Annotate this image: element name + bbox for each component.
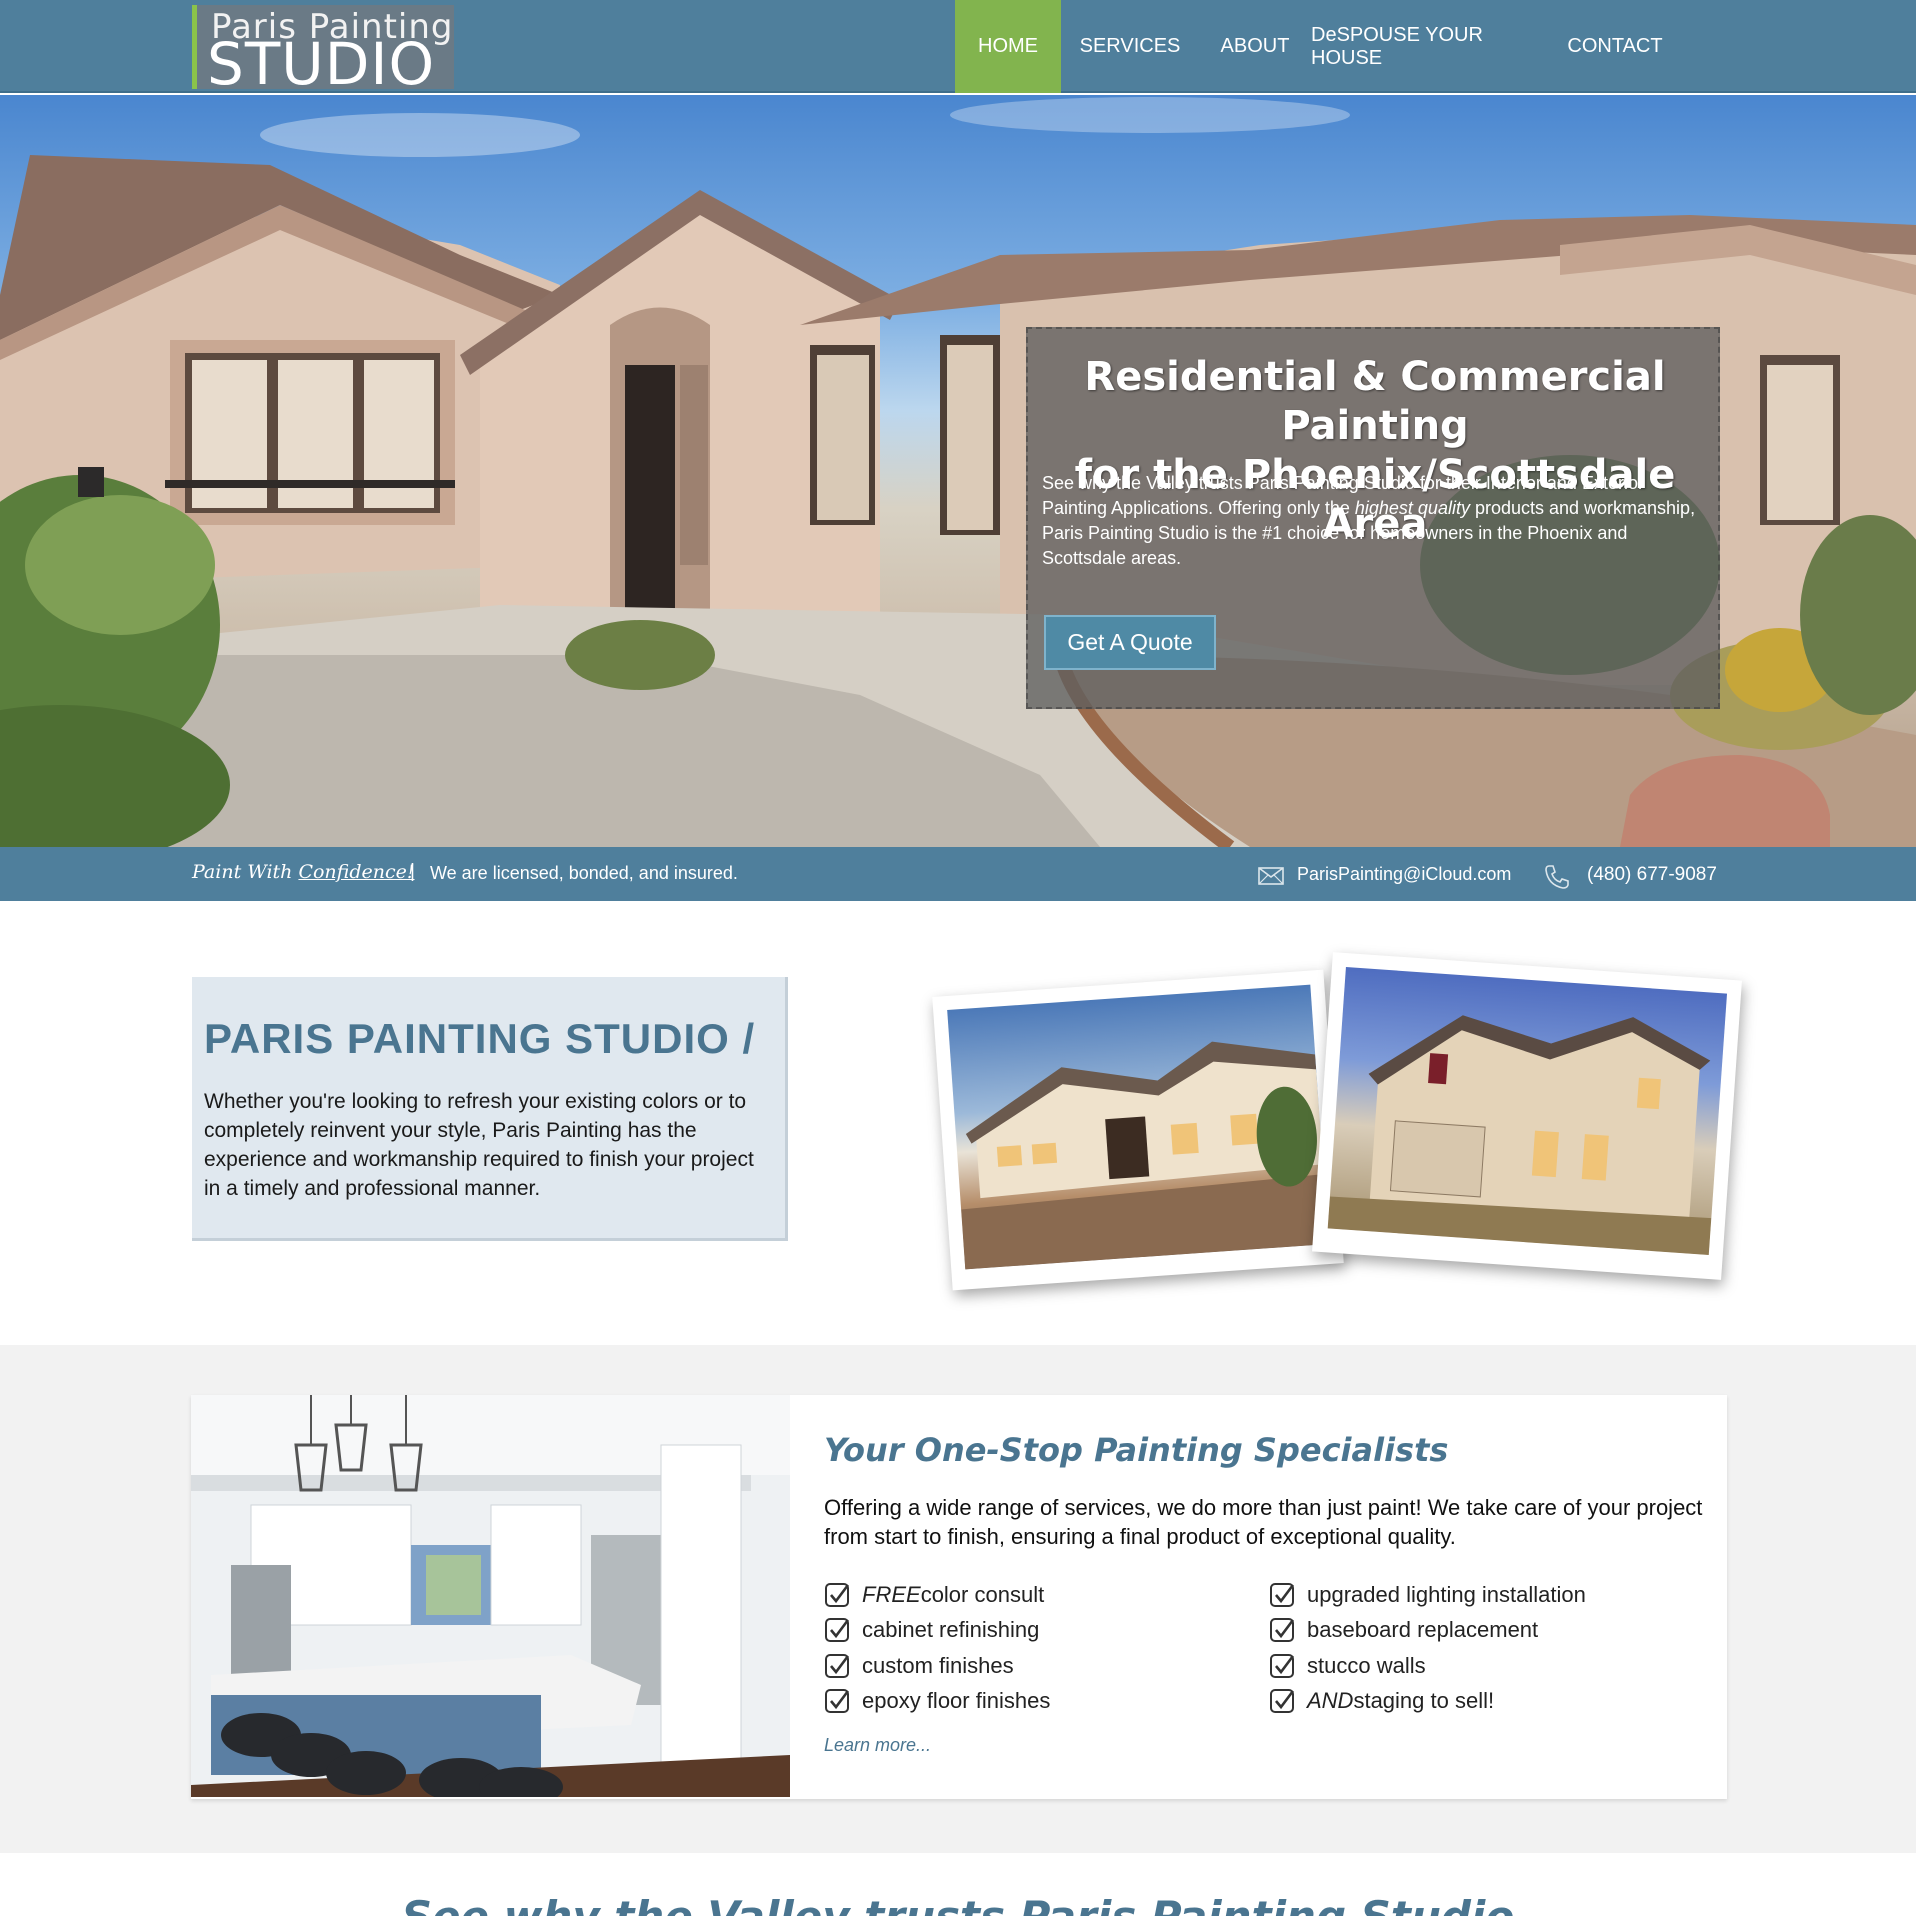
learn-more-link[interactable]: Learn more... (824, 1735, 931, 1756)
service-item-text: baseboard replacement (1307, 1617, 1539, 1643)
services-card: Your One-Stop Painting Specialists Offer… (191, 1395, 1727, 1799)
checkbox-check-icon (825, 1618, 850, 1643)
bottom-heading: See why the Valley trusts Paris Painting… (0, 1892, 1916, 1916)
services-title: Your One-Stop Painting Specialists (824, 1431, 1449, 1469)
service-item: cabinet refinishing (824, 1613, 1264, 1649)
phone-number[interactable]: (480) 677-9087 (1587, 864, 1717, 886)
checkbox-check-icon (1270, 1582, 1295, 1607)
about-title: PARIS PAINTING STUDIO / (204, 1015, 756, 1062)
service-item: custom finishes (824, 1648, 1264, 1684)
service-item-text: color consult (920, 1581, 1045, 1607)
nav-about[interactable]: ABOUT (1199, 0, 1311, 93)
photo-house-dusk (947, 984, 1329, 1270)
services-description: Offering a wide range of services, we do… (824, 1495, 1703, 1549)
phone-icon (1545, 865, 1569, 889)
hero-description: See why the Valley trusts Paris Painting… (1042, 471, 1712, 571)
tagline: Paint With Confidence! (192, 861, 415, 883)
email-link[interactable]: ParisPainting@iCloud.com (1297, 864, 1511, 885)
checkbox-check-icon (825, 1689, 850, 1714)
nav-contact[interactable]: CONTACT (1551, 0, 1679, 93)
service-item-text: stucco walls (1307, 1652, 1426, 1678)
hero-text-emphasis: highest quality (1354, 498, 1470, 518)
service-item: baseboard replacement (1269, 1613, 1709, 1649)
checkbox-check-icon (1270, 1618, 1295, 1643)
service-item: upgraded lighting installation (1269, 1577, 1709, 1613)
get-a-quote-button[interactable]: Get A Quote (1044, 615, 1216, 670)
service-item: epoxy floor finishes (824, 1684, 1264, 1720)
service-item-text: epoxy floor finishes (862, 1688, 1051, 1714)
envelope-icon (1258, 867, 1284, 885)
nav-despouse-your-house[interactable]: DeSPOUSE YOUR HOUSE (1311, 0, 1551, 93)
tagline-text: Paint With (192, 861, 299, 883)
polaroid-photo-2 (1312, 952, 1742, 1280)
service-item: FREE color consult (824, 1577, 1264, 1613)
licensed-text: We are licensed, bonded, and insured. (430, 863, 738, 883)
service-item-text: upgraded lighting installation (1307, 1581, 1586, 1607)
services-list-right: upgraded lighting installation baseboard… (1269, 1577, 1709, 1719)
nav-services[interactable]: SERVICES (1061, 0, 1199, 93)
confidence-link[interactable]: Confidence! (298, 861, 414, 883)
logo-bottom-text: STUDIO (207, 30, 436, 98)
kitchen-photo (191, 1395, 790, 1797)
service-item: AND staging to sell! (1269, 1684, 1709, 1720)
hero-banner: Residential & Commercial Painting for th… (0, 95, 1916, 847)
hero-overlay-box: Residential & Commercial Painting for th… (1026, 327, 1720, 709)
info-bar: Paint With Confidence! | We are licensed… (0, 847, 1916, 901)
service-item-text: custom finishes (862, 1652, 1014, 1678)
service-item-text: cabinet refinishing (862, 1617, 1040, 1643)
checkbox-check-icon (825, 1582, 850, 1607)
service-item: stucco walls (1269, 1648, 1709, 1684)
service-item-text: staging to sell! (1353, 1688, 1495, 1714)
service-item-emphasis: FREE (862, 1581, 921, 1607)
nav-home[interactable]: HOME (955, 0, 1061, 93)
checkbox-check-icon (825, 1653, 850, 1678)
about-text: Whether you're looking to refresh your e… (204, 1090, 754, 1200)
site-header: Paris Painting STUDIO HOME SERVICES ABOU… (0, 0, 1916, 93)
separator: | (410, 861, 415, 882)
logo[interactable]: Paris Painting STUDIO (192, 5, 454, 93)
service-item-emphasis: AND (1307, 1688, 1354, 1714)
photo-house-two-story (1327, 967, 1728, 1256)
services-list-left: FREE color consult cabinet refinishing c… (824, 1577, 1264, 1719)
checkbox-check-icon (1270, 1653, 1295, 1678)
polaroid-photo-1 (932, 969, 1344, 1291)
checkbox-check-icon (1270, 1689, 1295, 1714)
about-box: PARIS PAINTING STUDIO / Whether you're l… (192, 977, 788, 1241)
hero-title-line1: Residential & Commercial Painting (1084, 354, 1666, 449)
